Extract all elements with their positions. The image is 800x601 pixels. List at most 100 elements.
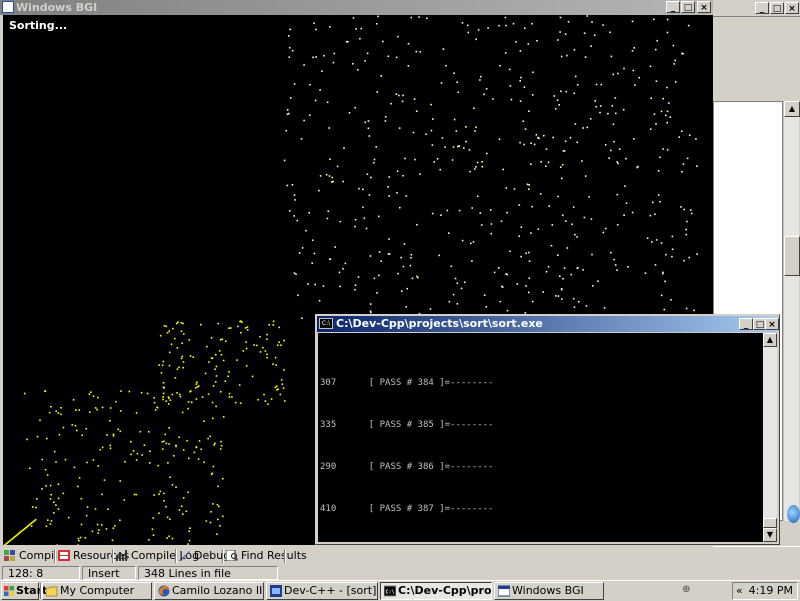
sort-point <box>516 283 519 285</box>
sort-point <box>685 307 688 310</box>
scroll-up-arrow-icon[interactable]: ▲ <box>763 333 777 347</box>
sort-point <box>216 533 218 535</box>
tab-find-results[interactable]: Find Results <box>224 549 310 563</box>
clock[interactable]: 4:19 PM <box>749 583 793 599</box>
window-app-icon[interactable] <box>2 1 14 13</box>
sort-point <box>657 170 660 172</box>
sort-point <box>180 330 183 332</box>
sort-point <box>285 129 287 132</box>
background-scrollbar[interactable]: ▲ <box>783 101 800 521</box>
sort-point <box>135 459 138 461</box>
sort-point <box>625 202 628 204</box>
sort-point <box>610 149 612 152</box>
sort-point <box>130 441 132 443</box>
task-windows-bgi[interactable]: Windows BGI <box>494 582 604 600</box>
task-devcpp[interactable]: Dev-C++ - [sort] <box>266 582 378 600</box>
sort-point <box>179 395 182 398</box>
sort-point <box>405 306 407 308</box>
sort-point <box>328 175 331 177</box>
scrollbar-thumb[interactable] <box>784 236 800 276</box>
task-console[interactable]: C:\ C:\Dev-Cpp\projects\... <box>380 582 492 600</box>
sort-point <box>342 268 344 270</box>
sort-point <box>277 388 279 390</box>
task-firefox[interactable]: Camilo Lozano III « Linux... <box>154 582 264 600</box>
scroll-down-arrow-icon[interactable]: ▼ <box>763 528 777 542</box>
sort-point <box>547 161 550 164</box>
sort-point <box>613 140 615 143</box>
scroll-up-arrow-icon[interactable]: ▲ <box>784 101 800 117</box>
sort-point <box>414 158 416 161</box>
background-close-button[interactable]: × <box>785 2 799 14</box>
sort-point <box>547 265 550 268</box>
sort-point <box>561 288 563 291</box>
console-minimize-button[interactable]: _ <box>739 318 753 330</box>
sort-point <box>419 173 421 175</box>
scrollbar-thumb[interactable] <box>763 518 777 528</box>
console-scrollbar[interactable]: ▲ ▼ <box>763 333 777 542</box>
sort-point <box>73 466 76 469</box>
sort-point <box>49 498 52 500</box>
sort-point <box>471 207 473 209</box>
sort-point <box>483 93 485 96</box>
sort-point <box>333 52 336 55</box>
sort-point <box>91 530 94 533</box>
sort-point <box>78 477 81 479</box>
sort-point <box>288 210 291 212</box>
sort-point <box>174 337 176 340</box>
sort-point <box>657 194 660 196</box>
console-titlebar[interactable]: C:\ C:\Dev-Cpp\projects\sort\sort.exe _ … <box>317 316 779 332</box>
sort-point <box>225 340 227 342</box>
sort-point <box>585 305 588 307</box>
sort-point <box>500 220 503 223</box>
sort-point <box>112 433 115 436</box>
sort-point <box>395 93 398 95</box>
sort-point <box>314 283 316 286</box>
sort-point <box>119 410 122 412</box>
sort-point <box>458 145 461 147</box>
sort-point <box>572 206 575 208</box>
sort-point <box>473 107 475 110</box>
bgi-titlebar[interactable]: Windows BGI _ □ × <box>0 0 713 15</box>
sort-point <box>257 398 259 401</box>
sort-point <box>309 83 311 86</box>
sort-point <box>367 120 370 122</box>
sort-point <box>614 264 617 266</box>
task-my-computer[interactable]: My Computer <box>42 582 152 600</box>
background-minimize-button[interactable]: _ <box>755 2 769 14</box>
bgi-close-button[interactable]: × <box>697 1 711 13</box>
sort-point <box>159 490 162 493</box>
sort-point <box>528 188 530 190</box>
sort-point <box>352 17 355 19</box>
sort-point <box>355 28 357 30</box>
start-button[interactable]: Start <box>1 582 47 600</box>
sort-point <box>501 286 504 288</box>
console-app-icon[interactable]: C:\ <box>319 318 333 329</box>
sort-point <box>228 396 231 398</box>
tray-expand-button[interactable]: « <box>736 583 743 599</box>
sort-point <box>280 379 283 381</box>
sort-point <box>483 294 486 296</box>
console-close-button[interactable]: × <box>765 318 779 330</box>
sort-point <box>162 382 165 384</box>
console-output[interactable]: 307 [ PASS # 384 ]=-------- 335 [ PASS #… <box>318 333 763 542</box>
bgi-maximize-button[interactable]: □ <box>681 1 695 13</box>
sort-point <box>565 90 568 93</box>
sort-point <box>492 98 494 100</box>
bgi-minimize-button[interactable]: _ <box>666 1 680 13</box>
sort-point <box>589 118 592 120</box>
sort-point <box>314 99 317 102</box>
sort-point <box>559 31 561 33</box>
sort-point <box>651 241 653 243</box>
network-icon[interactable]: ⊕ <box>682 584 690 595</box>
sort-point <box>669 116 672 118</box>
sort-point <box>520 255 522 258</box>
sort-point <box>418 16 420 18</box>
sort-point <box>665 114 667 117</box>
sort-point <box>527 43 530 45</box>
sort-point <box>209 435 211 438</box>
sort-point <box>468 149 471 151</box>
sort-point <box>662 148 664 150</box>
sort-point <box>41 488 43 490</box>
sort-point <box>173 455 175 457</box>
background-maximize-button[interactable]: □ <box>770 2 784 14</box>
